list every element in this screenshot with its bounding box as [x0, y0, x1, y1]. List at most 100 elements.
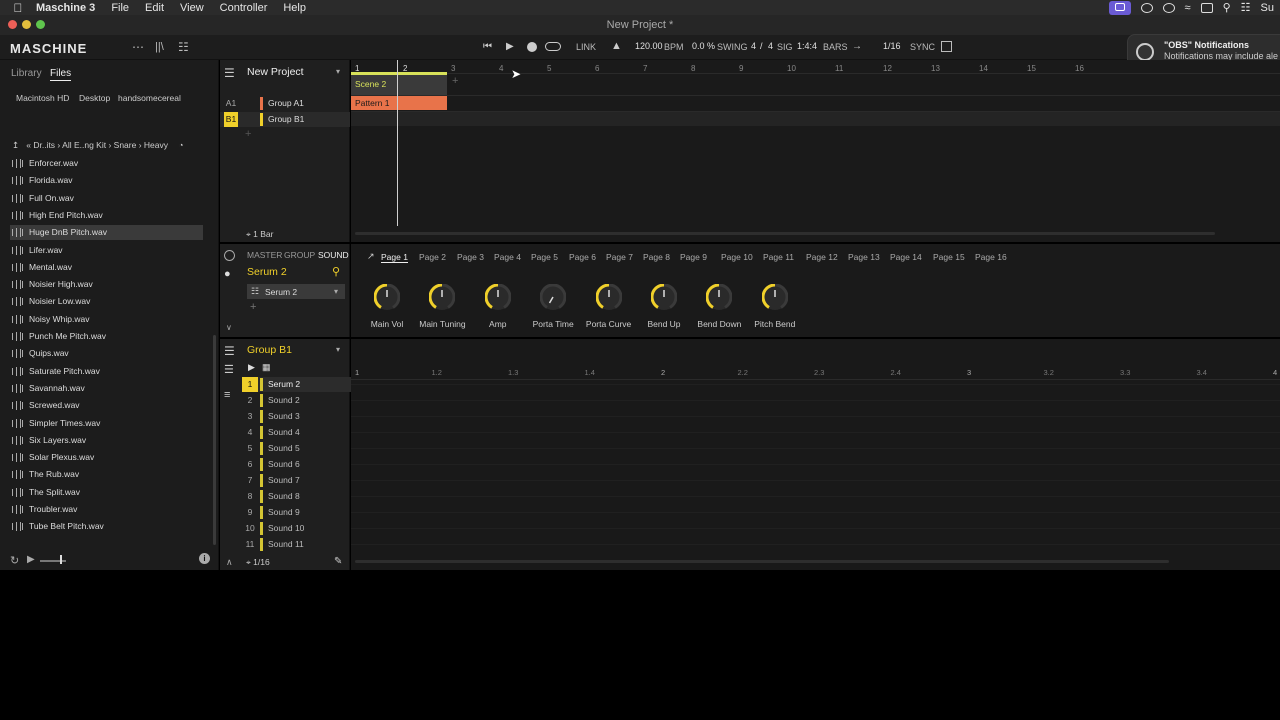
sync-status-icon[interactable]: [1162, 2, 1175, 13]
page-tab-14[interactable]: Page 14: [890, 252, 922, 262]
knob-dial[interactable]: [651, 284, 677, 310]
file-item[interactable]: Simpler Times.wav: [10, 416, 203, 431]
add-plugin-icon[interactable]: +: [250, 301, 256, 313]
page-tab-6[interactable]: Page 6: [569, 252, 596, 262]
knob-dial[interactable]: [595, 284, 622, 310]
file-item[interactable]: Mental.wav: [10, 260, 203, 275]
menu-help[interactable]: Help: [275, 2, 314, 14]
clock-icon[interactable]: [224, 250, 235, 261]
knob-pitch-bend[interactable]: Pitch Bend: [747, 284, 803, 329]
breadcrumb-item[interactable]: Heavy: [144, 140, 168, 150]
knob-porta-curve[interactable]: Porta Curve: [581, 284, 637, 329]
knob-dial[interactable]: [374, 284, 400, 310]
history-icon[interactable]: ◔: [178, 140, 183, 150]
skip-to-start-icon[interactable]: ⏮: [483, 41, 492, 52]
location-desktop[interactable]: Desktop: [79, 93, 110, 103]
page-tab-4[interactable]: Page 4: [494, 252, 521, 262]
page-tab-13[interactable]: Page 13: [848, 252, 880, 262]
screen-record-icon[interactable]: [1108, 0, 1131, 15]
knob-main-vol[interactable]: Main Vol: [359, 284, 415, 329]
tab-group[interactable]: GROUP: [284, 250, 315, 260]
preview-volume-slider[interactable]: [40, 560, 66, 562]
play-icon[interactable]: ▶: [506, 41, 514, 52]
signature-numerator[interactable]: 4: [751, 41, 756, 51]
pattern-grid[interactable]: 1 1.2 1.3 1.4 2 2.2 2.3 2.4 3 3.2 3.3 3.4 4: [351, 339, 1280, 570]
tab-library[interactable]: Library: [11, 68, 42, 79]
tab-master[interactable]: MASTER: [247, 250, 282, 260]
sound-name[interactable]: Serum 2: [247, 266, 287, 278]
menu-controller[interactable]: Controller: [212, 2, 276, 14]
project-dropdown-icon[interactable]: ▾: [336, 67, 340, 76]
search-icon[interactable]: ⚲: [332, 265, 340, 278]
arranger-menu-icon[interactable]: ☰: [224, 66, 235, 80]
file-item[interactable]: Saturate Pitch.wav: [10, 364, 203, 379]
file-item[interactable]: Solar Plexus.wav: [10, 450, 203, 465]
file-item[interactable]: Tube Belt Pitch.wav: [10, 519, 203, 534]
obs-status-icon[interactable]: [1140, 2, 1153, 13]
file-list-scrollbar[interactable]: [213, 335, 216, 545]
menu-file[interactable]: File: [103, 2, 137, 14]
file-item[interactable]: The Rub.wav: [10, 467, 203, 482]
file-item[interactable]: Quips.wav: [10, 346, 203, 361]
file-item[interactable]: Savannah.wav: [10, 381, 203, 396]
control-center-icon[interactable]: ☷: [1241, 1, 1251, 14]
add-scene-icon[interactable]: +: [452, 75, 458, 87]
file-item[interactable]: High End Pitch.wav: [10, 208, 203, 223]
sync-label[interactable]: SYNC: [910, 42, 935, 52]
collapse-up-icon[interactable]: ∧: [226, 557, 233, 568]
refresh-icon[interactable]: ↻: [10, 554, 19, 567]
knob-bend-up[interactable]: Bend Up: [636, 284, 692, 329]
knob-dial[interactable]: [484, 284, 511, 310]
knob-dial[interactable]: [761, 284, 788, 310]
record-icon[interactable]: [527, 42, 537, 52]
pattern-scrollbar[interactable]: [355, 560, 1169, 563]
knob-dial[interactable]: [540, 284, 567, 310]
page-tab-9[interactable]: Page 9: [680, 252, 707, 262]
grid-icon[interactable]: ▦: [262, 362, 271, 373]
link-button[interactable]: LINK: [576, 42, 596, 52]
mixer-icon[interactable]: ☷: [178, 40, 189, 54]
page-tab-5[interactable]: Page 5: [531, 252, 558, 262]
tab-sound[interactable]: SOUND: [318, 250, 349, 260]
position-value[interactable]: 1:4:4: [797, 41, 817, 51]
file-item[interactable]: Huge DnB Pitch.wav: [10, 225, 203, 241]
breadcrumb-item[interactable]: Snare: [114, 140, 137, 150]
apple-icon[interactable]: : [0, 1, 36, 15]
group-row-b1[interactable]: B1 Group B1: [220, 112, 350, 127]
file-item[interactable]: Noisy Whip.wav: [10, 312, 203, 327]
file-item[interactable]: Six Layers.wav: [10, 433, 203, 448]
swing-value[interactable]: 0.0 %: [692, 41, 715, 51]
quantize-value[interactable]: 1/16: [883, 41, 901, 51]
tab-files[interactable]: Files: [50, 68, 72, 81]
loop-icon[interactable]: [545, 42, 561, 51]
page-tab-7[interactable]: Page 7: [606, 252, 633, 262]
speaker-icon[interactable]: ▶: [248, 362, 255, 373]
project-name[interactable]: New Project: [247, 66, 304, 78]
page-tab-8[interactable]: Page 8: [643, 252, 670, 262]
add-group-icon[interactable]: +: [245, 128, 251, 140]
collapse-icon[interactable]: ∨: [226, 323, 232, 332]
breadcrumb-item[interactable]: All E..ng Kit: [62, 140, 106, 150]
battery-icon[interactable]: [1200, 2, 1213, 13]
metronome-icon[interactable]: ▲: [611, 40, 622, 52]
group-b1-lane[interactable]: [351, 112, 1280, 126]
page-tab-2[interactable]: Page 2: [419, 252, 446, 262]
volume-handle[interactable]: [60, 555, 62, 564]
bpm-value[interactable]: 120.00: [635, 41, 663, 51]
arranger-length[interactable]: ⌖ 1 Bar: [246, 229, 273, 240]
breadcrumb-back-icon[interactable]: «: [26, 140, 31, 150]
arranger-timeline[interactable]: 1 2 3 4 5 6 7 8 9 10 11 12 13 14 15 16 Scene 2 + Patter…: [351, 60, 1280, 242]
knob-dial[interactable]: [429, 284, 456, 310]
knob-bend-down[interactable]: Bend Down: [691, 284, 747, 329]
knob-porta-time[interactable]: Porta Time: [525, 284, 581, 329]
file-item[interactable]: Troubler.wav: [10, 502, 203, 517]
plugin-dropdown-icon[interactable]: ▾: [334, 287, 338, 296]
group-row-a1[interactable]: A1 Group A1: [220, 96, 350, 111]
step-grid-value[interactable]: ⌖ 1/16: [246, 557, 270, 568]
menu-app-name[interactable]: Maschine 3: [36, 2, 103, 14]
pattern-list-icon[interactable]: ☰: [224, 363, 234, 376]
pattern-menu-icon[interactable]: ☰: [224, 344, 235, 358]
keyboard-icon[interactable]: [941, 41, 952, 52]
file-item[interactable]: Full On.wav: [10, 191, 203, 206]
file-item[interactable]: Florida.wav: [10, 173, 203, 188]
